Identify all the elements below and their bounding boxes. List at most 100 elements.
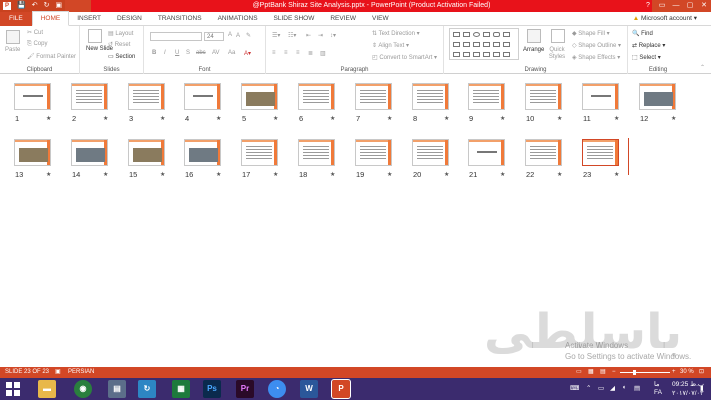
slide-thumbnail[interactable] bbox=[412, 83, 449, 110]
section-button[interactable]: ▭ Section bbox=[108, 53, 135, 60]
bracket-shape-icon[interactable] bbox=[503, 42, 510, 47]
clock-date[interactable]: ۲۰۱۷/۰۷/۰۳ bbox=[672, 389, 704, 397]
maximize-button[interactable]: ▢ bbox=[683, 0, 697, 12]
notification-icon[interactable]: ▤ bbox=[634, 384, 640, 392]
media-player-icon[interactable]: ▤ bbox=[108, 380, 126, 398]
slide-thumbnail[interactable] bbox=[468, 139, 505, 166]
find-button[interactable]: 🔍 Find bbox=[632, 30, 653, 37]
tab-design[interactable]: DESIGN bbox=[109, 12, 150, 26]
char-spacing-button[interactable]: AV bbox=[212, 50, 220, 56]
transition-star-icon[interactable]: ★ bbox=[46, 171, 51, 178]
tab-view[interactable]: VIEW bbox=[364, 12, 397, 26]
align-center-icon[interactable]: ≡ bbox=[284, 50, 288, 56]
increase-indent-icon[interactable]: ⇥ bbox=[318, 32, 323, 39]
tab-insert[interactable]: INSERT bbox=[69, 12, 109, 26]
slide-thumbnail[interactable] bbox=[184, 83, 221, 110]
slide-thumbnail[interactable] bbox=[14, 139, 51, 166]
transition-star-icon[interactable]: ★ bbox=[330, 171, 335, 178]
transition-star-icon[interactable]: ★ bbox=[103, 115, 108, 122]
keyboard-language[interactable]: FA bbox=[654, 389, 662, 396]
calculator-icon[interactable]: ▦ bbox=[172, 380, 190, 398]
underline-button[interactable]: U bbox=[175, 50, 179, 56]
slide-thumbnail[interactable] bbox=[71, 139, 108, 166]
align-left-icon[interactable]: ≡ bbox=[272, 50, 276, 56]
shape-effects-button[interactable]: ◈ Shape Effects ▾ bbox=[572, 54, 620, 61]
arrange-button[interactable]: Arrange bbox=[523, 47, 544, 53]
reset-button[interactable]: ↺ Reset bbox=[108, 41, 130, 48]
file-explorer-icon[interactable]: ▬ bbox=[38, 380, 56, 398]
shape-outline-button[interactable]: ◇ Shape Outline ▾ bbox=[572, 42, 621, 49]
slide-thumbnail[interactable] bbox=[241, 139, 278, 166]
tray-expand-icon[interactable]: ⌃ bbox=[586, 384, 591, 392]
tab-file[interactable]: FILE bbox=[0, 11, 32, 26]
transition-star-icon[interactable]: ★ bbox=[557, 115, 562, 122]
minimize-button[interactable]: — bbox=[669, 0, 683, 12]
decrease-indent-icon[interactable]: ⇤ bbox=[306, 32, 311, 39]
transition-star-icon[interactable]: ★ bbox=[500, 171, 505, 178]
slide-thumbnail[interactable] bbox=[468, 83, 505, 110]
shape-fill-button[interactable]: ◆ Shape Fill ▾ bbox=[572, 30, 610, 37]
curve-shape-icon[interactable] bbox=[463, 52, 470, 57]
fit-to-window-icon[interactable]: ⊡ bbox=[699, 367, 704, 378]
replace-button[interactable]: ⇄ Replace ▾ bbox=[632, 42, 665, 49]
slide-thumbnail[interactable] bbox=[582, 83, 619, 110]
smartart-button[interactable]: ◰ Convert to SmartArt ▾ bbox=[372, 54, 437, 61]
arrange-icon[interactable] bbox=[527, 29, 541, 43]
tab-review[interactable]: REVIEW bbox=[322, 12, 364, 26]
font-color-button[interactable]: A▾ bbox=[244, 50, 251, 57]
slide-thumbnail[interactable] bbox=[355, 83, 392, 110]
zoom-level[interactable]: 30 % bbox=[680, 367, 694, 378]
columns-icon[interactable]: ▥ bbox=[320, 50, 326, 57]
paste-button[interactable]: Paste bbox=[5, 47, 20, 53]
italic-button[interactable]: I bbox=[164, 50, 166, 56]
photoshop-icon[interactable]: Ps bbox=[203, 380, 221, 398]
arrow-shape-icon[interactable] bbox=[473, 42, 480, 47]
premiere-icon[interactable]: Pr bbox=[236, 380, 254, 398]
clear-formatting-icon[interactable]: ✎ bbox=[246, 32, 251, 39]
slide-sorter-view-icon[interactable]: ▦ bbox=[588, 367, 594, 378]
font-name-field[interactable] bbox=[150, 32, 202, 41]
align-text-button[interactable]: ⇕ Align Text ▾ bbox=[372, 42, 409, 49]
tab-animations[interactable]: ANIMATIONS bbox=[210, 12, 266, 26]
line-spacing-icon[interactable]: ↕▾ bbox=[330, 32, 336, 39]
align-right-icon[interactable]: ≡ bbox=[296, 50, 300, 56]
format-painter-button[interactable]: 🖌 Format Painter bbox=[27, 53, 76, 60]
spelling-icon[interactable]: ▣ bbox=[55, 367, 61, 378]
battery-icon[interactable]: ▭ bbox=[598, 384, 604, 392]
paste-icon[interactable] bbox=[6, 30, 20, 44]
transition-star-icon[interactable]: ★ bbox=[444, 171, 449, 178]
rounded-rect-shape-icon[interactable] bbox=[493, 32, 500, 37]
word-icon[interactable]: W bbox=[300, 380, 318, 398]
help-button[interactable]: ? bbox=[641, 0, 655, 12]
transition-star-icon[interactable]: ★ bbox=[444, 115, 449, 122]
text-direction-button[interactable]: ⇅ Text Direction ▾ bbox=[372, 30, 420, 37]
transition-star-icon[interactable]: ★ bbox=[273, 115, 278, 122]
shadow-button[interactable]: S bbox=[186, 50, 190, 56]
bold-button[interactable]: B bbox=[152, 50, 156, 56]
powerpoint-icon[interactable]: P bbox=[331, 379, 351, 399]
zoom-slider[interactable] bbox=[620, 372, 670, 373]
change-case-button[interactable]: Aa bbox=[228, 50, 235, 56]
copy-button[interactable]: ⎘ Copy bbox=[27, 41, 47, 48]
slide-thumbnail[interactable] bbox=[128, 139, 165, 166]
slide-thumbnail[interactable] bbox=[128, 83, 165, 110]
chat-app-icon[interactable]: ◔ bbox=[268, 380, 286, 398]
star-shape-icon[interactable] bbox=[503, 52, 510, 57]
transition-star-icon[interactable]: ★ bbox=[387, 115, 392, 122]
cut-button[interactable]: ✂ Cut bbox=[27, 29, 43, 36]
tab-transitions[interactable]: TRANSITIONS bbox=[150, 12, 210, 26]
slide-thumbnail[interactable] bbox=[639, 83, 676, 110]
transition-star-icon[interactable]: ★ bbox=[216, 115, 221, 122]
select-button[interactable]: ⬚ Select ▾ bbox=[632, 54, 661, 61]
shrink-font-button[interactable]: A bbox=[236, 33, 240, 39]
transition-star-icon[interactable]: ★ bbox=[216, 171, 221, 178]
slide-thumbnail[interactable] bbox=[525, 139, 562, 166]
windows-start-icon[interactable] bbox=[4, 380, 22, 398]
slide-thumbnail[interactable] bbox=[582, 139, 619, 166]
bracket-shape-icon[interactable] bbox=[483, 52, 490, 57]
font-size-field[interactable]: 24 bbox=[204, 32, 224, 41]
tab-slide-show[interactable]: SLIDE SHOW bbox=[266, 12, 323, 26]
chrome-icon[interactable]: ◉ bbox=[74, 380, 92, 398]
slide-thumbnail[interactable] bbox=[184, 139, 221, 166]
transition-star-icon[interactable]: ★ bbox=[160, 171, 165, 178]
